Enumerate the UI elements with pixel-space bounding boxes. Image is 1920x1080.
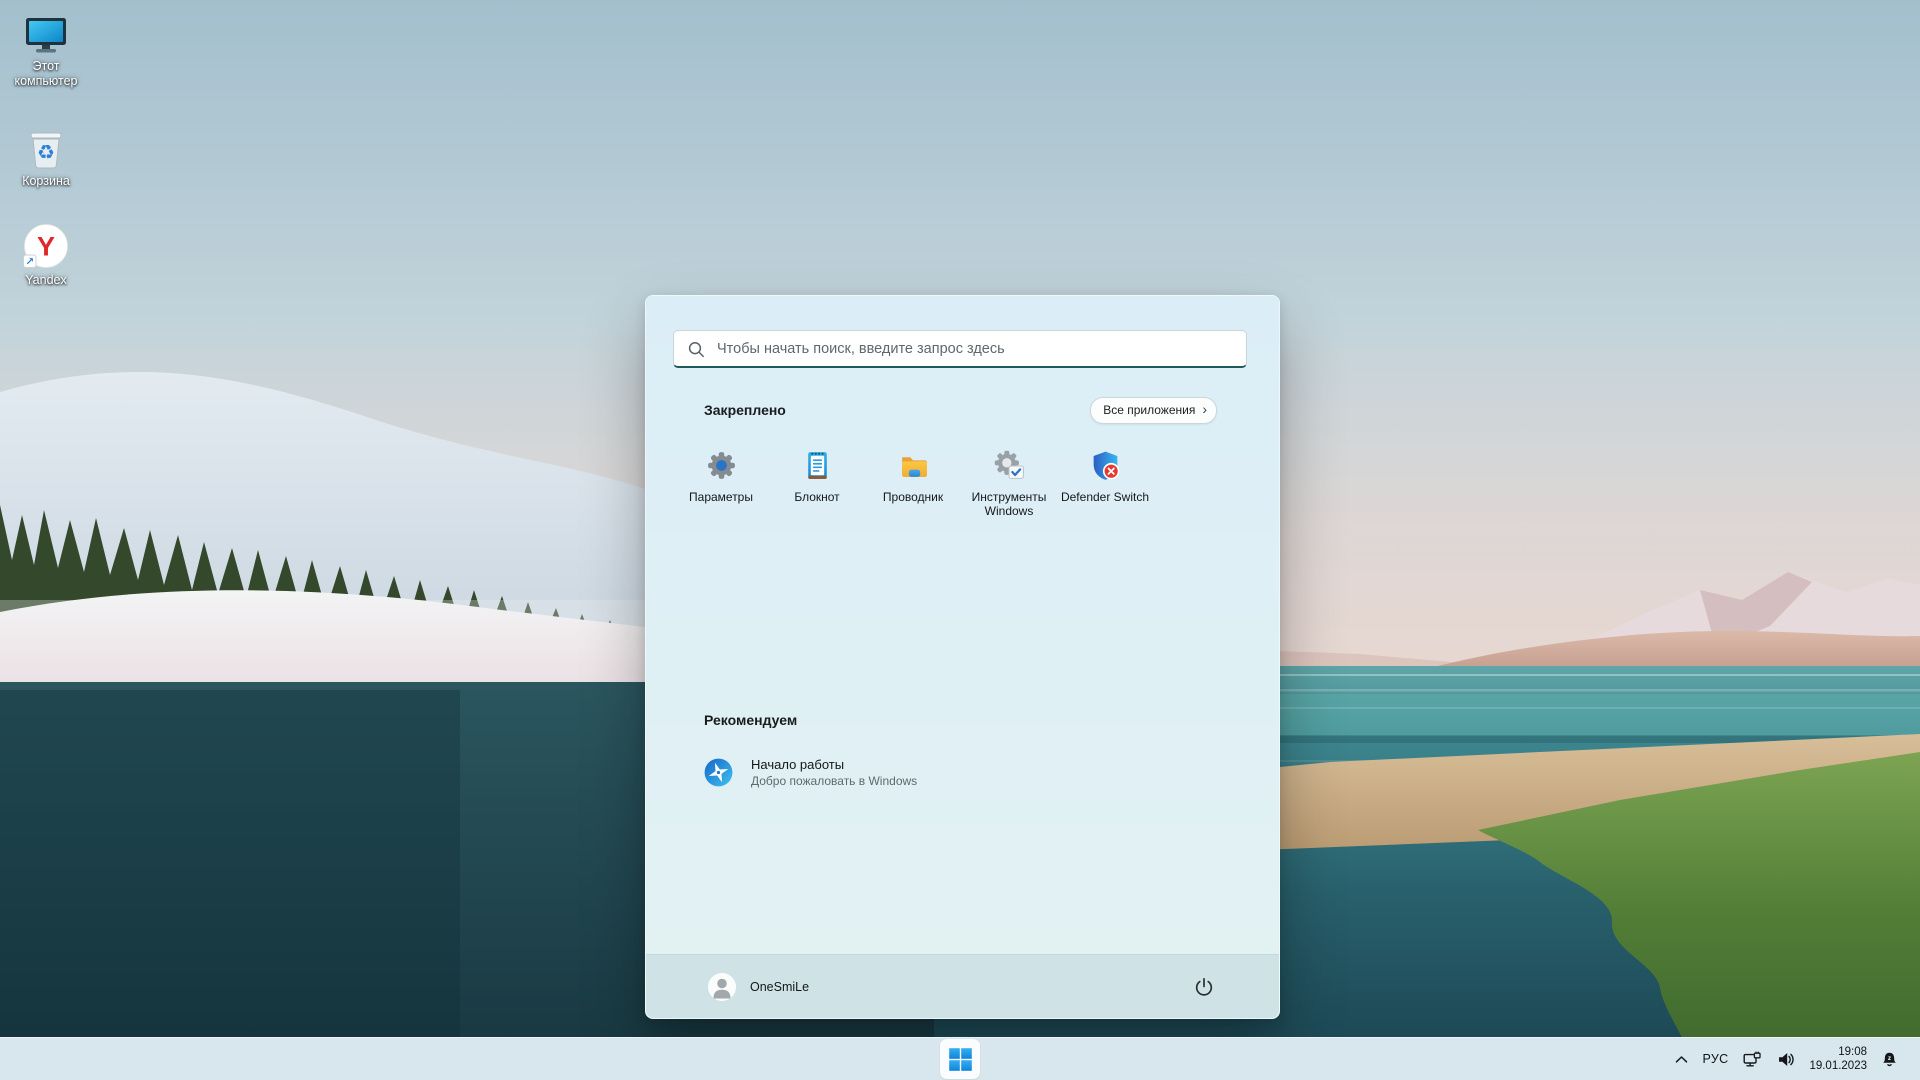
user-account-button[interactable]: OneSmiLe bbox=[702, 969, 815, 1005]
app-tile-defender-switch[interactable]: Defender Switch bbox=[1057, 442, 1153, 519]
pinned-apps-grid: Параметры Блокнот Проводник Инструменты … bbox=[673, 442, 1153, 519]
desktop: Этот компьютер ♻ Корзина Y ↗ Yandex Чтоб… bbox=[0, 0, 1920, 1080]
user-avatar-icon bbox=[708, 972, 736, 1001]
search-input[interactable] bbox=[715, 339, 1233, 358]
all-apps-label: Все приложения bbox=[1103, 403, 1196, 417]
recycle-bin-icon: ♻ bbox=[23, 119, 69, 171]
ethernet-network-icon bbox=[1743, 1051, 1762, 1068]
app-label: Defender Switch bbox=[1060, 490, 1150, 504]
system-tray: РУС 19:08 19.01.2023 z bbox=[1672, 1038, 1903, 1080]
desktop-icon-this-pc[interactable]: Этот компьютер bbox=[6, 4, 86, 89]
language-label: РУС bbox=[1702, 1052, 1729, 1066]
pinned-section-title: Закреплено bbox=[704, 402, 786, 418]
desktop-icon-yandex[interactable]: Y ↗ Yandex bbox=[6, 218, 86, 288]
windows-logo-icon bbox=[948, 1047, 972, 1071]
svg-text:Y: Y bbox=[37, 232, 55, 262]
start-menu: Закреплено Все приложения › bbox=[645, 295, 1280, 1019]
user-bar: OneSmiLe bbox=[646, 954, 1279, 1018]
this-pc-icon bbox=[23, 4, 69, 56]
svg-text:♻: ♻ bbox=[37, 140, 55, 164]
desktop-icon-label: Этот компьютер bbox=[14, 59, 78, 88]
settings-gear-icon bbox=[705, 448, 738, 482]
speaker-volume-icon bbox=[1777, 1051, 1795, 1068]
app-label: Параметры bbox=[689, 490, 753, 504]
desktop-icon-recycle-bin[interactable]: ♻ Корзина bbox=[6, 119, 86, 189]
network-tray-button[interactable] bbox=[1740, 1043, 1765, 1075]
search-box bbox=[673, 330, 1247, 368]
chevron-right-icon: › bbox=[1202, 401, 1207, 417]
windows-tools-icon bbox=[993, 448, 1026, 482]
recommended-section-title: Рекомендуем bbox=[704, 712, 798, 728]
get-started-icon bbox=[702, 756, 735, 789]
language-indicator[interactable]: РУС bbox=[1700, 1043, 1732, 1075]
taskbar: РУС 19:08 19.01.2023 z bbox=[0, 1037, 1920, 1080]
focus-assist-bell-icon: z bbox=[1881, 1051, 1899, 1068]
power-button[interactable] bbox=[1185, 969, 1223, 1005]
recommended-item-subtitle: Добро пожаловать в Windows bbox=[751, 774, 918, 788]
user-name: OneSmiLe bbox=[750, 979, 810, 994]
volume-tray-button[interactable] bbox=[1774, 1043, 1798, 1075]
app-tile-notepad[interactable]: Блокнот bbox=[769, 442, 865, 519]
recommended-item-title: Начало работы bbox=[751, 757, 845, 772]
power-icon bbox=[1194, 977, 1214, 997]
all-apps-button[interactable]: Все приложения › bbox=[1090, 396, 1217, 424]
yandex-browser-icon: Y ↗ bbox=[22, 218, 70, 270]
defender-shield-icon bbox=[1089, 448, 1122, 482]
clock-date: 19.01.2023 bbox=[1809, 1060, 1867, 1072]
tray-overflow-button[interactable] bbox=[1672, 1043, 1691, 1075]
file-explorer-icon bbox=[897, 448, 930, 482]
desktop-icon-label: Yandex bbox=[25, 273, 67, 288]
desktop-icon-label: Корзина bbox=[22, 173, 70, 188]
notepad-icon bbox=[801, 448, 834, 482]
app-tile-windows-tools[interactable]: Инструменты Windows bbox=[961, 442, 1057, 519]
app-tile-explorer[interactable]: Проводник bbox=[865, 442, 961, 519]
clock-time: 19:08 bbox=[1838, 1046, 1867, 1058]
shortcut-arrow-icon: ↗ bbox=[25, 256, 34, 268]
notification-center-button[interactable]: z bbox=[1878, 1043, 1902, 1075]
chevron-up-icon bbox=[1675, 1055, 1688, 1064]
start-button[interactable] bbox=[940, 1039, 980, 1079]
app-label: Блокнот bbox=[794, 490, 840, 504]
recommended-item[interactable]: Начало работы Добро пожаловать в Windows bbox=[690, 748, 1184, 797]
app-label: Инструменты Windows bbox=[971, 490, 1047, 519]
app-tile-settings[interactable]: Параметры bbox=[673, 442, 769, 519]
search-icon bbox=[687, 340, 705, 358]
taskbar-clock[interactable]: 19:08 19.01.2023 bbox=[1807, 1045, 1869, 1073]
desktop-icon-column: Этот компьютер ♻ Корзина Y ↗ Yandex bbox=[6, 4, 86, 318]
app-label: Проводник bbox=[882, 490, 944, 504]
